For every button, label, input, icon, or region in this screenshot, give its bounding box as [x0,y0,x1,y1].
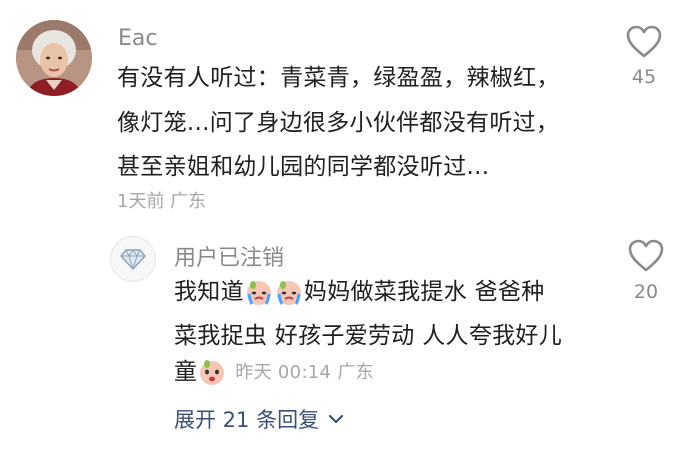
user-photo-avatar [16,20,92,96]
expand-replies-button[interactable]: 展开 21 条回复 [174,404,345,434]
expand-replies-label: 展开 21 条回复 [174,408,320,432]
comment-username[interactable]: 用户已注销 [174,240,284,272]
reply-text-segment: 我知道 [174,279,244,305]
user-avatar-deleted[interactable] [110,236,156,282]
like-button[interactable] [624,24,664,64]
comment-text-line: 有没有人听过：青菜青，绿盈盈，辣椒红， [117,65,560,91]
chevron-down-icon [328,414,344,424]
reply-text-segment: 妈妈做菜我提水 爸爸种 [303,279,545,305]
heart-outline-icon [628,239,664,272]
heart-outline-icon [626,25,662,58]
user-avatar-eac[interactable] [16,20,92,96]
comment-text-line: 甚至亲姐和幼儿园的同学都没听过... [117,154,490,180]
peach-face-emoji [197,357,227,402]
like-count: 45 [631,66,657,88]
comment-meta: 1天前 广东 [117,191,207,212]
like-button[interactable] [626,238,666,278]
comment-meta: 昨天 00:14 广东 [235,362,374,383]
like-count: 20 [633,281,659,303]
comment-username[interactable]: Eac [118,26,157,51]
comment-text-line: 像灯笼...问了身边很多小伙伴都没有听过， [117,110,560,136]
reply-text-segment: 童 [174,359,198,385]
reply-text-line: 童 昨天 00:14 广东 [174,350,374,402]
diamond-icon [120,249,146,270]
